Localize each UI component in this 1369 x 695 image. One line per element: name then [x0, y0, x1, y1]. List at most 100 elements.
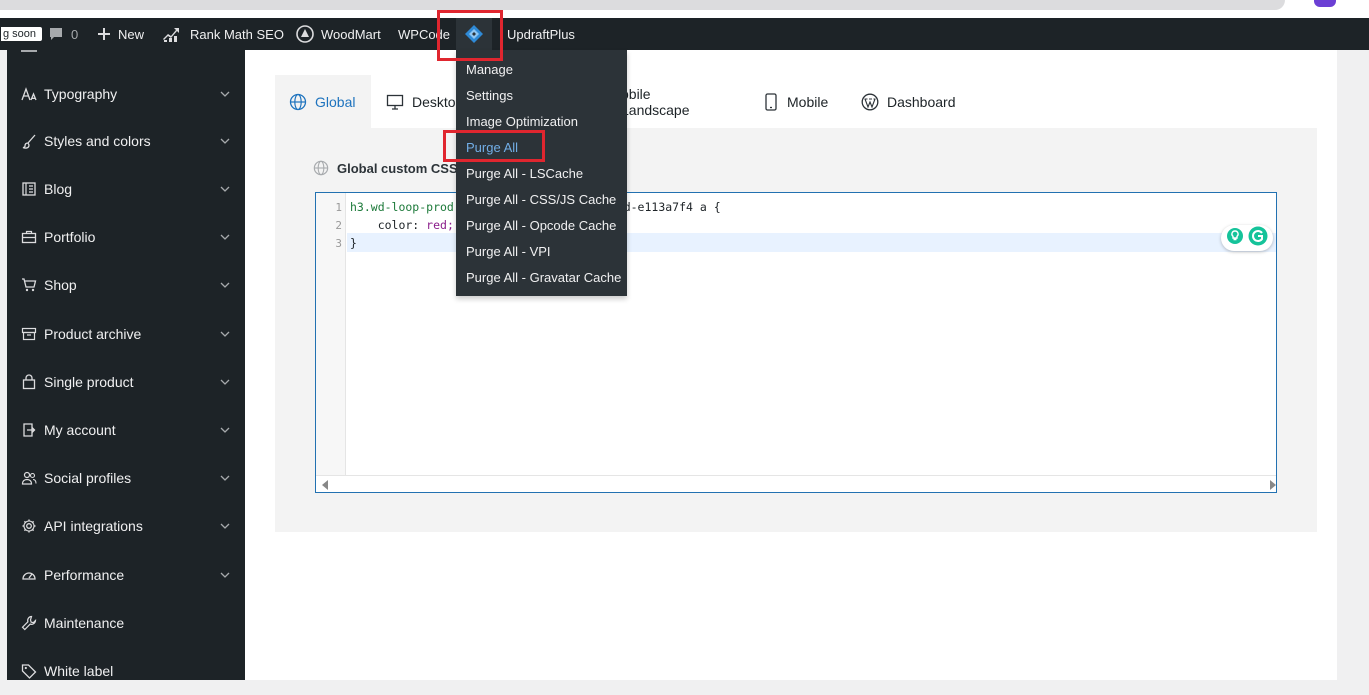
sidebar-item-blog[interactable]: Blog [7, 165, 245, 213]
sidebar-item-label: Portfolio [44, 229, 96, 245]
page-right-gutter [1337, 50, 1369, 680]
admin-bar: g soon 0 New Rank Math SEO WoodMart WPCo… [0, 18, 1369, 50]
menu-item-purge-opcode[interactable]: Purge All - Opcode Cache [466, 218, 616, 233]
sidebar-item-single-product[interactable]: Single product [7, 358, 245, 406]
mobile-icon [763, 93, 779, 111]
browser-top-strip [0, 0, 1369, 18]
grammarly-widget[interactable] [1221, 225, 1273, 251]
chevron-down-icon [220, 234, 230, 240]
desktop-icon [386, 93, 404, 111]
chevron-down-icon [220, 331, 230, 337]
comments-count: 0 [71, 26, 79, 42]
css-selector: h3.wd-loop-prod [350, 200, 454, 214]
plus-icon [97, 27, 111, 41]
sidebar-item-label: Styles and colors [44, 133, 151, 149]
litespeed-dropdown-menu: Manage Settings Image Optimization Purge… [456, 50, 627, 296]
menu-item-image-optimization[interactable]: Image Optimization [466, 114, 578, 129]
updraft-label: UpdraftPlus [507, 26, 575, 42]
theme-settings-sidebar: Typography Styles and colors Blog Portfo… [7, 50, 245, 680]
sidebar-item-label: API integrations [44, 518, 143, 534]
tab-global[interactable]: Global [275, 75, 371, 129]
panel-title: Global custom CSS [313, 160, 458, 176]
tab-label: obile Landscape [621, 86, 690, 118]
sidebar-item-label: Shop [44, 277, 77, 293]
css-property: color: [350, 218, 427, 232]
sidebar-item-shop[interactable]: Shop [7, 261, 245, 309]
sidebar-item-label: Single product [44, 374, 134, 390]
tab-label: Global [315, 94, 356, 110]
sidebar-item-label: Blog [44, 181, 73, 197]
tab-dashboard[interactable]: Dashboard [861, 75, 956, 129]
sidebar-item-api-integrations[interactable]: API integrations [7, 502, 245, 550]
sidebar-item-label: White label [44, 663, 114, 679]
coming-soon-badge[interactable]: g soon [0, 26, 44, 42]
sidebar-item-styles-colors[interactable]: Styles and colors [7, 117, 245, 165]
woodmart-link[interactable]: WoodMart [296, 18, 381, 50]
menu-item-purge-vpi[interactable]: Purge All - VPI [466, 244, 551, 259]
horizontal-scrollbar[interactable] [316, 475, 1276, 492]
sidebar-item-portfolio[interactable]: Portfolio [7, 213, 245, 261]
tab-mobile[interactable]: Mobile [763, 75, 828, 129]
menu-item-purge-cssjs[interactable]: Purge All - CSS/JS Cache [466, 192, 616, 207]
new-label: New [118, 26, 145, 42]
sidebar-item-label: My account [44, 422, 116, 438]
menu-item-settings[interactable]: Settings [466, 88, 513, 103]
chevron-down-icon [220, 138, 230, 144]
comments-link[interactable]: 0 [48, 18, 78, 50]
rank-math-link[interactable]: Rank Math SEO [163, 18, 284, 50]
tab-label: Dashboard [887, 94, 956, 110]
wordpress-icon [861, 93, 879, 111]
brush-icon [21, 133, 37, 149]
collapsed-item-stub [21, 50, 37, 52]
rank-math-label: Rank Math SEO [190, 26, 284, 42]
sidebar-item-label: Performance [44, 567, 125, 583]
new-content-link[interactable]: New [97, 18, 144, 50]
sidebar-item-white-label[interactable]: White label [7, 647, 245, 695]
sidebar-item-label: Typography [44, 86, 118, 102]
globe-icon [289, 93, 307, 111]
sidebar-item-label: Product archive [44, 326, 142, 342]
rank-math-icon [163, 26, 183, 42]
menu-item-purge-lscache[interactable]: Purge All - LSCache [466, 166, 583, 181]
archive-icon [21, 326, 37, 342]
line-number: 2 [335, 219, 342, 232]
typography-icon [21, 86, 37, 102]
chevron-down-icon [220, 282, 230, 288]
sidebar-item-label: Maintenance [44, 615, 125, 631]
grammarly-icon[interactable] [1248, 226, 1268, 251]
css-panel: Global custom CSS 1 2 3 h3.wd-loop-prod.… [275, 128, 1317, 532]
panel-title-label: Global custom CSS [337, 160, 458, 176]
sidebar-item-typography[interactable]: Typography [7, 70, 245, 118]
scroll-left-arrow-icon[interactable] [322, 480, 328, 490]
css-closing-brace: } [350, 236, 357, 250]
chevron-down-icon [220, 379, 230, 385]
css-value: red; [426, 218, 454, 232]
menu-item-manage[interactable]: Manage [466, 62, 513, 77]
tab-desktop[interactable]: Deskto [386, 75, 456, 129]
chevron-down-icon [220, 475, 230, 481]
sidebar-item-maintenance[interactable]: Maintenance [7, 599, 245, 647]
gear-icon [21, 518, 37, 534]
sidebar-item-social-profiles[interactable]: Social profiles [7, 454, 245, 502]
code-line-3: } [350, 236, 357, 250]
lightbulb-icon[interactable] [1226, 227, 1244, 250]
scroll-right-arrow-icon[interactable] [1270, 480, 1276, 490]
users-icon [21, 470, 37, 486]
extension-badge[interactable] [1314, 0, 1336, 7]
annotation-box-purge-all [443, 130, 545, 162]
chevron-down-icon [220, 572, 230, 578]
briefcase-icon [21, 229, 37, 245]
updraftplus-link[interactable]: UpdraftPlus [507, 18, 575, 50]
browser-scrollbar[interactable] [0, 0, 1285, 10]
tag-icon [21, 663, 37, 679]
tab-label: Mobile [787, 94, 829, 110]
menu-item-purge-gravatar[interactable]: Purge All - Gravatar Cache [466, 270, 621, 285]
sidebar-item-performance[interactable]: Performance [7, 551, 245, 599]
woodmart-label: WoodMart [321, 26, 381, 42]
chevron-down-icon [220, 427, 230, 433]
tab-mobile-landscape[interactable]: obile Landscape [621, 75, 690, 129]
wrench-icon [21, 615, 37, 631]
sidebar-item-product-archive[interactable]: Product archive [7, 310, 245, 358]
sidebar-item-my-account[interactable]: My account [7, 406, 245, 454]
gauge-icon [21, 567, 37, 583]
